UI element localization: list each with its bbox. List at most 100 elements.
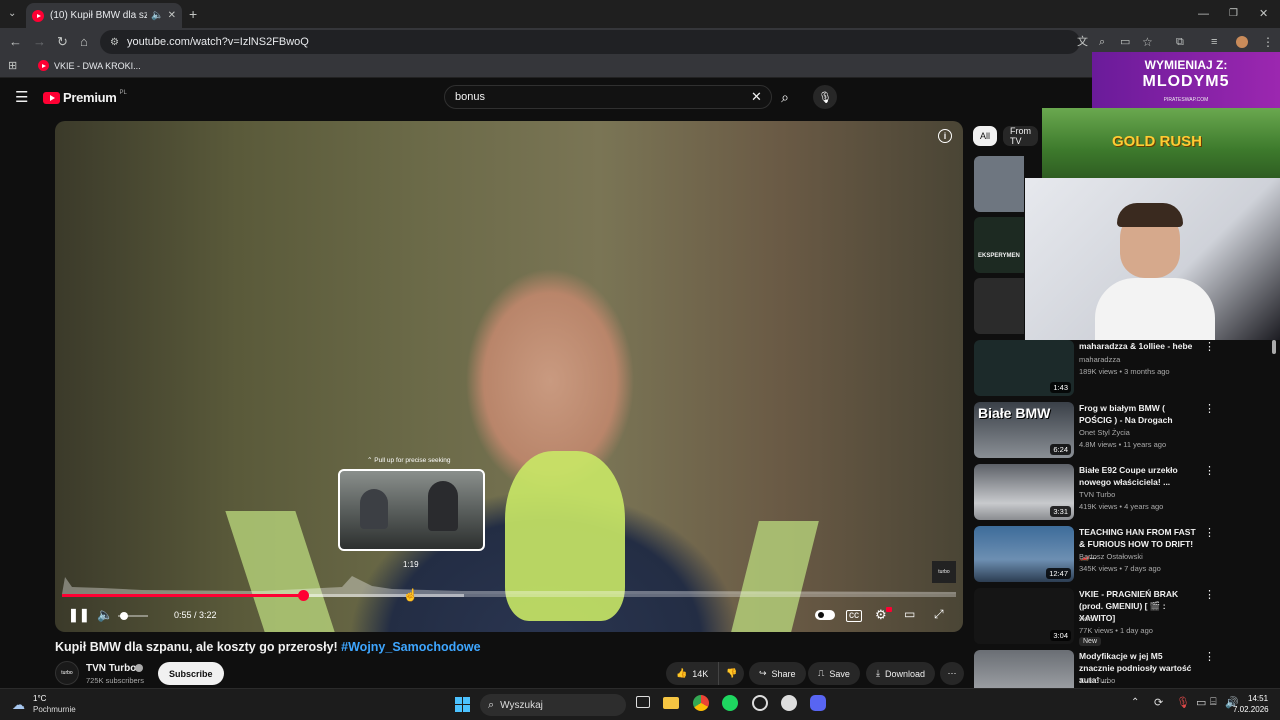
download-button[interactable]: ⤓ Download — [866, 662, 936, 685]
profile-avatar[interactable] — [1236, 36, 1248, 48]
download-icon: ⤓ — [876, 668, 880, 678]
task-view-icon[interactable] — [636, 696, 650, 708]
seek-preview-thumbnail — [338, 469, 485, 551]
windows-start-icon[interactable] — [455, 697, 470, 712]
clock-time[interactable]: 14:51 — [1248, 694, 1268, 703]
back-icon[interactable]: ← — [9, 28, 22, 56]
minimize-icon[interactable]: — — [1198, 0, 1209, 28]
weather-temp: 1°C — [33, 694, 47, 703]
scrubber-handle[interactable] — [298, 590, 309, 601]
home-icon[interactable]: ⌂ — [80, 28, 88, 56]
close-tab-icon[interactable]: ✕ — [168, 10, 176, 21]
chip-label: From TV — [1010, 126, 1031, 146]
discord-icon[interactable] — [810, 695, 826, 711]
network-icon[interactable]: ⌸ — [1210, 696, 1217, 709]
settings-gear-icon[interactable]: ⚙ — [875, 607, 887, 623]
more-actions-button[interactable]: ⋯ — [940, 662, 964, 685]
hidden-recommendation-thumb[interactable] — [974, 278, 1024, 334]
subscribe-button[interactable]: Subscribe — [158, 662, 224, 685]
new-tab-icon[interactable]: + — [189, 0, 197, 28]
more-options-icon[interactable]: ⋮ — [1204, 402, 1215, 415]
spotify-icon[interactable] — [722, 695, 738, 711]
streamer-webcam — [1025, 178, 1280, 340]
reload-icon[interactable]: ↻ — [57, 28, 68, 56]
info-icon[interactable]: i — [938, 129, 952, 143]
volume-handle[interactable] — [120, 612, 128, 620]
address-bar[interactable]: ⚙ youtube.com/watch?v=IzlNS2FBwoQ — [100, 30, 1080, 54]
search-input[interactable]: bonus — [444, 85, 772, 109]
more-options-icon[interactable]: ⋮ — [1204, 588, 1215, 601]
maximize-icon[interactable]: ❐ — [1229, 0, 1238, 28]
dislike-button[interactable]: 👎 — [718, 662, 744, 685]
speaker-icon[interactable]: 🔈 — [151, 10, 163, 21]
app-icon[interactable] — [752, 695, 768, 711]
channel-name[interactable]: TVN Turbo — [86, 663, 136, 674]
more-options-icon[interactable]: ⋮ — [1204, 340, 1215, 353]
recommendation-thumbnail: 3:31 — [974, 464, 1074, 520]
hidden-recommendation-thumb[interactable]: EKSPERYMEN — [974, 217, 1024, 273]
more-options-icon[interactable]: ⋮ — [1204, 650, 1215, 663]
hidden-recommendation-thumb[interactable] — [974, 156, 1024, 212]
voice-search-button[interactable]: 🎙 — [813, 85, 837, 109]
video-player[interactable]: i turbo ⌃ Pull up for precise seeking 1:… — [55, 121, 963, 632]
recommendation-channel: TVN Turbo — [1079, 490, 1116, 499]
more-icon: ⋯ — [947, 668, 957, 678]
volume-slider[interactable] — [118, 612, 148, 620]
translate-icon[interactable]: 文 — [1077, 28, 1088, 56]
recommendation-item[interactable]: Białe BMW 6:24 Frog w białym BMW ( POŚCI… — [974, 402, 1270, 460]
monitor-icon[interactable]: ▭ — [1196, 696, 1206, 709]
recommendation-channel: TVN Turbo — [1079, 676, 1116, 685]
taskbar-search[interactable]: ⌕ Wyszukaj — [480, 694, 626, 716]
menu-icon[interactable]: ☰ — [15, 88, 28, 106]
save-button[interactable]: ⎍ Save — [808, 662, 860, 685]
autoplay-toggle[interactable] — [815, 610, 835, 620]
channel-avatar[interactable]: turbo — [55, 661, 79, 685]
url-text: youtube.com/watch?v=IzlNS2FBwoQ — [126, 36, 309, 48]
apps-grid-icon[interactable]: ⊞ — [8, 59, 17, 72]
chip-from-tv[interactable]: From TV — [1003, 126, 1038, 146]
recommendation-thumbnail: 1:43 — [974, 340, 1074, 396]
recommendation-channel: Onet Styl Życia — [1079, 428, 1130, 437]
search-button[interactable]: ⌕ — [773, 85, 797, 109]
recommendation-item[interactable]: 12:47 TEACHING HAN FROM FAST & FURIOUS H… — [974, 526, 1270, 584]
pause-button[interactable]: ❚❚ — [68, 607, 90, 623]
like-button[interactable]: 👍 14K — [666, 662, 718, 685]
bookmark-item[interactable]: VKIE - DWA KROKI... — [38, 60, 141, 71]
fullscreen-icon[interactable]: ⤢ — [934, 607, 944, 622]
share-button[interactable]: ↪ Share — [749, 662, 806, 685]
clear-search-icon[interactable]: ✕ — [751, 89, 762, 105]
share-label: Share — [771, 668, 796, 679]
tab-search-icon[interactable]: ⌄ — [8, 0, 16, 28]
recommendation-item[interactable]: 3:04 VKIE - PRAGNIEŃ BRAK (prod. GMENIU)… — [974, 588, 1270, 646]
site-info-icon[interactable]: ⚙ — [110, 37, 119, 48]
weather-cloud-icon[interactable]: ☁ — [12, 697, 25, 713]
captions-icon[interactable]: cc — [846, 610, 862, 622]
sidebar-scrollbar[interactable] — [1272, 340, 1276, 354]
promo-site: PIRATESWAP.COM — [1163, 97, 1209, 103]
more-options-icon[interactable]: ⋮ — [1204, 526, 1215, 539]
chrome-icon[interactable] — [693, 695, 709, 711]
recommendation-meta: 345K views • 7 days ago — [1079, 564, 1161, 573]
clock-date[interactable]: 7.02.2026 — [1233, 705, 1269, 714]
youtube-logo[interactable]: Premium PL — [43, 90, 127, 105]
close-window-icon[interactable]: ✕ — [1259, 0, 1268, 28]
obs-icon[interactable] — [781, 695, 797, 711]
time-current: 0:55 — [174, 610, 192, 620]
chip-all[interactable]: All — [973, 126, 998, 146]
chevron-up-icon[interactable]: ⌃ — [1131, 697, 1139, 708]
hashtag-link[interactable]: #Wojny_Samochodowe — [338, 640, 480, 654]
more-options-icon[interactable]: ⋮ — [1204, 464, 1215, 477]
logo-text: Premium — [63, 90, 117, 105]
game-ad-overlay: GOLD RUSH — [1042, 108, 1280, 178]
recommendation-item[interactable]: 1:43 maharadzza & 1olliee - hebe maharad… — [974, 340, 1270, 398]
recommendation-item[interactable]: Modyfikacje w jej M5 znacznie podniosły … — [974, 650, 1270, 688]
forward-icon[interactable]: → — [33, 28, 46, 56]
browser-tab[interactable]: (10) Kupił BMW dla szpanu... 🔈 ✕ — [26, 3, 182, 28]
volume-icon[interactable]: 🔈 — [97, 607, 113, 623]
miniplayer-icon[interactable]: ▭ — [904, 607, 915, 621]
file-explorer-icon[interactable] — [663, 697, 679, 709]
recommendation-item[interactable]: 3:31 Białe E92 Coupe urzekło nowego właś… — [974, 464, 1270, 522]
microphone-icon[interactable]: 🎙 — [1176, 696, 1190, 709]
tray-icon[interactable]: ⟳ — [1154, 696, 1163, 709]
verified-icon — [135, 664, 143, 672]
